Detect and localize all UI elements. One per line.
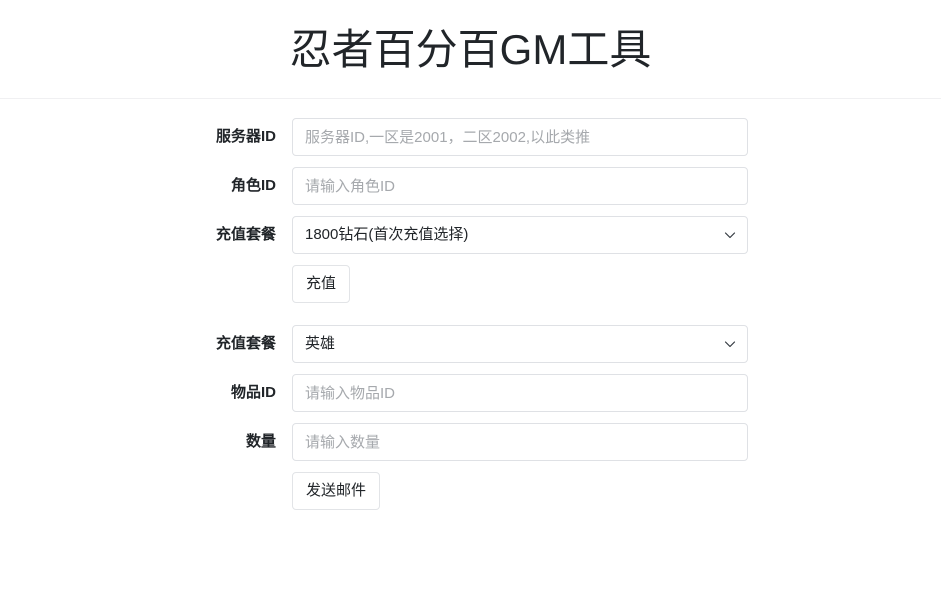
recharge-package-selected-value: 1800钻石(首次充值选择) [305, 226, 469, 243]
form-row-recharge-button: 充值 [0, 265, 941, 303]
form-row-server-id: 服务器ID [0, 118, 941, 156]
recharge-button[interactable]: 充值 [292, 265, 351, 303]
label-item-package: 充值套餐 [215, 335, 276, 352]
chevron-down-icon [724, 232, 736, 239]
field-wrap-server-id [292, 118, 748, 156]
role-id-input[interactable] [292, 167, 748, 205]
gm-tool-form: 服务器ID 角色ID 充值套餐 1800钻石(首次充值选择) 充值 充值套餐 [0, 99, 941, 510]
field-wrap-recharge-package: 1800钻石(首次充值选择) [292, 216, 748, 254]
chevron-down-icon [724, 341, 736, 348]
field-wrap-item-id [292, 374, 748, 412]
form-row-quantity: 数量 [0, 423, 941, 461]
form-section-divider [0, 314, 941, 325]
field-wrap-item-package: 英雄 [292, 325, 748, 363]
label-server-id: 服务器ID [215, 128, 276, 145]
form-row-role-id: 角色ID [0, 167, 941, 205]
item-id-input[interactable] [292, 374, 748, 412]
item-package-select[interactable]: 英雄 [292, 325, 748, 363]
field-wrap-quantity [292, 423, 748, 461]
field-wrap-role-id [292, 167, 748, 205]
form-row-item-package: 充值套餐 英雄 [0, 325, 941, 363]
label-quantity: 数量 [245, 433, 276, 450]
form-row-item-id: 物品ID [0, 374, 941, 412]
quantity-input[interactable] [292, 423, 748, 461]
label-role-id: 角色ID [230, 177, 276, 194]
form-row-send-mail-button: 发送邮件 [0, 472, 941, 510]
label-item-id: 物品ID [230, 384, 276, 401]
server-id-input[interactable] [292, 118, 748, 156]
send-mail-button[interactable]: 发送邮件 [292, 472, 381, 510]
page-title: 忍者百分百GM工具 [289, 25, 652, 73]
form-row-recharge-package: 充值套餐 1800钻石(首次充值选择) [0, 216, 941, 254]
label-recharge-package: 充值套餐 [215, 226, 276, 243]
page-header: 忍者百分百GM工具 [0, 0, 941, 99]
recharge-package-select[interactable]: 1800钻石(首次充值选择) [292, 216, 748, 254]
item-package-selected-value: 英雄 [305, 335, 336, 352]
